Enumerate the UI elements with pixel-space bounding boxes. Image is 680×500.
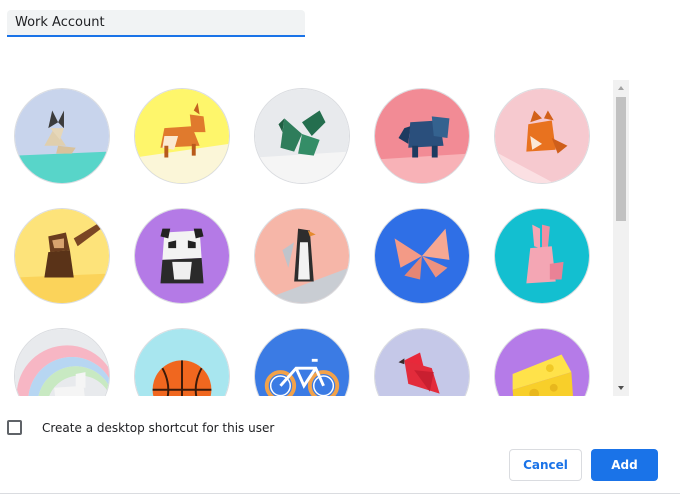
cancel-button[interactable]: Cancel	[509, 449, 582, 481]
avatar-bicycle[interactable]	[254, 328, 350, 396]
avatar-origami-unicorn[interactable]	[14, 328, 110, 396]
avatar-origami-penguin[interactable]	[254, 208, 350, 304]
profile-name-input[interactable]	[7, 10, 305, 37]
scroll-up-arrow-icon[interactable]	[613, 80, 629, 96]
add-button[interactable]: Add	[591, 449, 658, 481]
avatar-bird[interactable]	[374, 328, 470, 396]
avatar-grid	[0, 80, 612, 396]
avatar-origami-fox[interactable]	[494, 88, 590, 184]
avatar-origami-dragon[interactable]	[254, 88, 350, 184]
avatar-origami-corgi[interactable]	[134, 88, 230, 184]
scroll-down-arrow-icon[interactable]	[613, 380, 629, 396]
avatar-cheese[interactable]	[494, 328, 590, 396]
avatar-origami-rabbit[interactable]	[494, 208, 590, 304]
scroll-thumb[interactable]	[616, 97, 626, 221]
avatar-origami-elephant[interactable]	[374, 88, 470, 184]
avatar-origami-monkey[interactable]	[14, 208, 110, 304]
avatar-origami-panda[interactable]	[134, 208, 230, 304]
avatar-origami-cat[interactable]	[14, 88, 110, 184]
desktop-shortcut-checkbox[interactable]	[7, 420, 22, 435]
dialog-bottom-divider	[0, 493, 680, 494]
avatar-grid-scrollbar[interactable]	[613, 80, 629, 396]
desktop-shortcut-label: Create a desktop shortcut for this user	[42, 421, 275, 435]
avatar-basketball[interactable]	[134, 328, 230, 396]
avatar-origami-butterfly[interactable]	[374, 208, 470, 304]
